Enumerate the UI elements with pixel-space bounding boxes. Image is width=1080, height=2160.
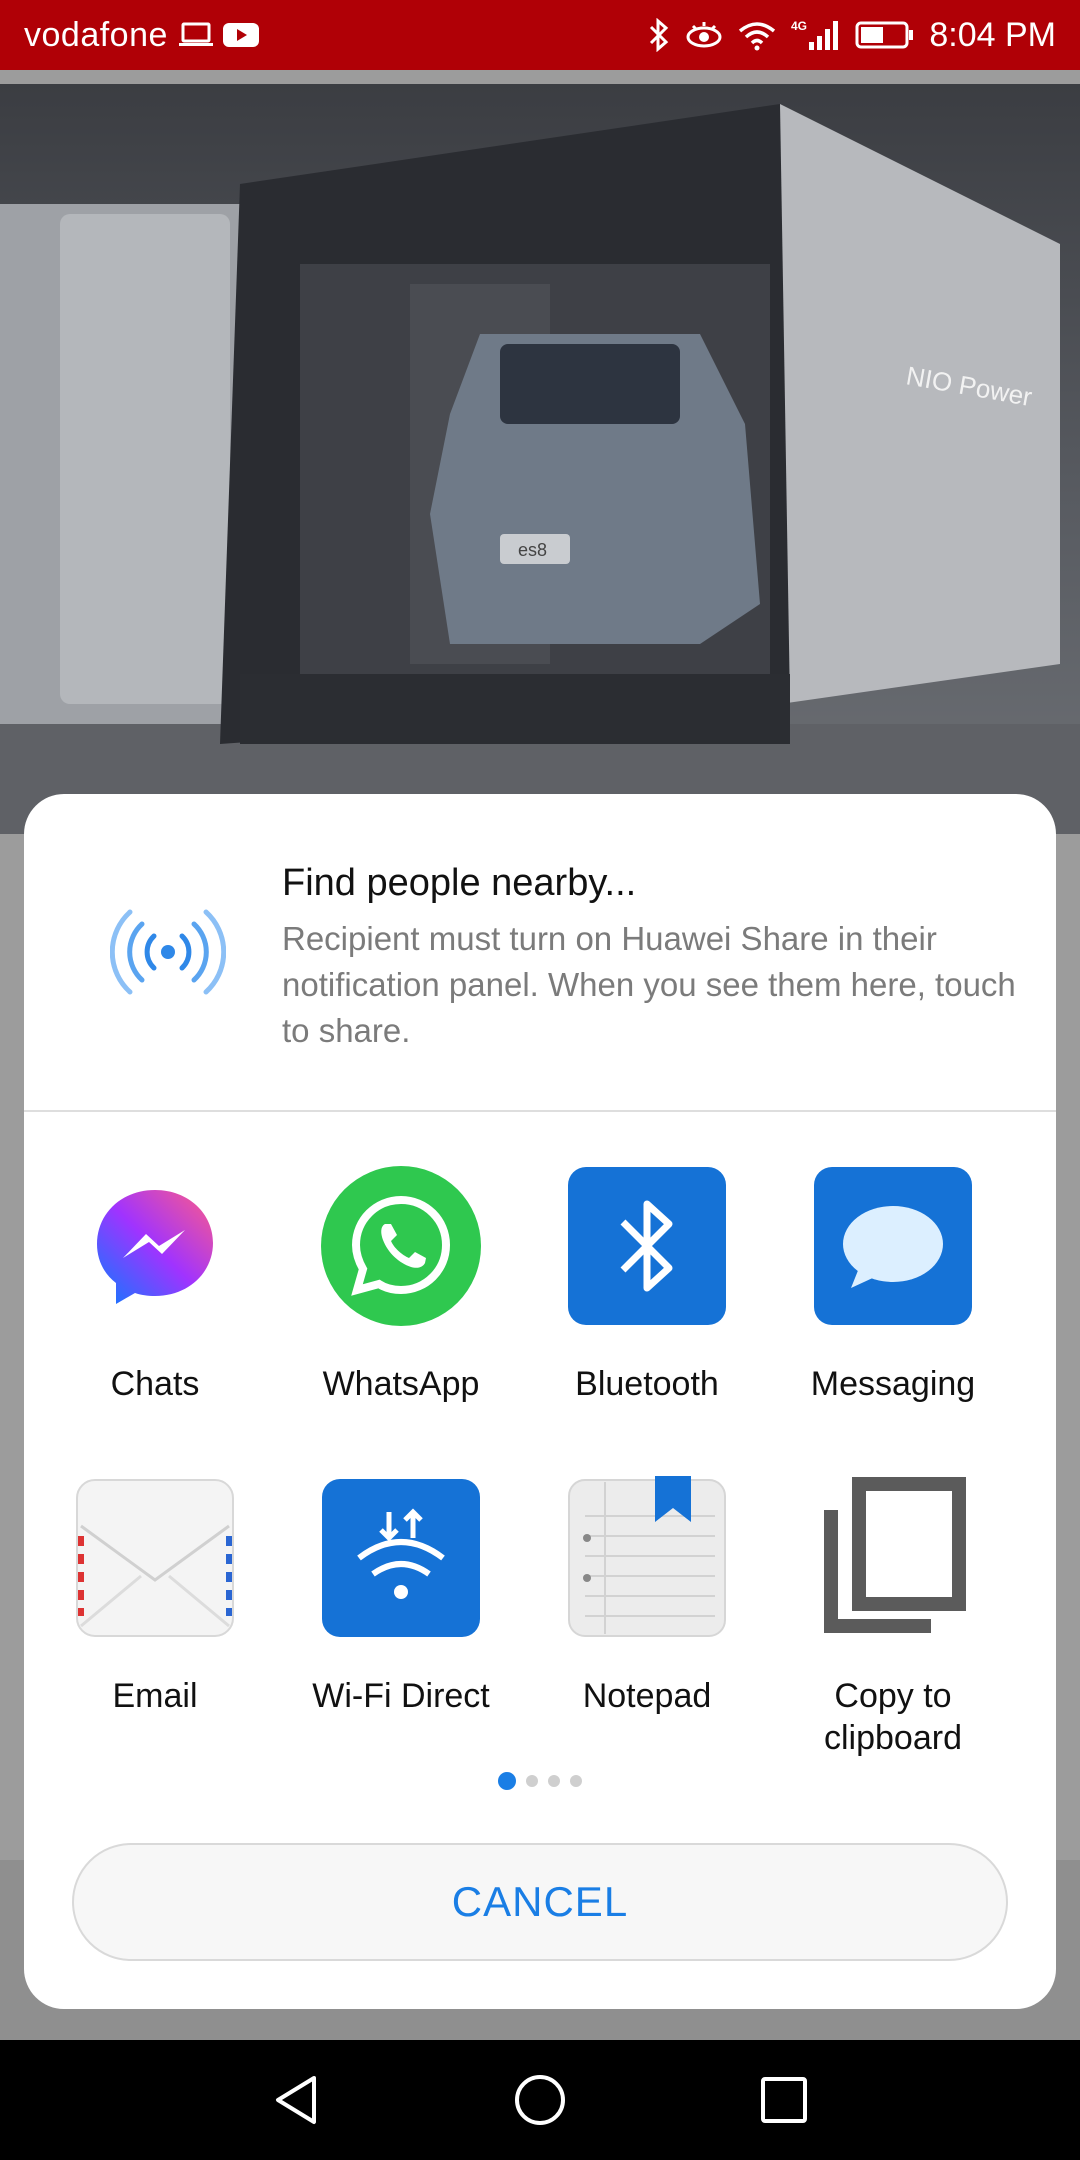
bluetooth-icon — [568, 1167, 726, 1325]
share-target-chats[interactable]: Chats — [32, 1164, 278, 1405]
recents-icon[interactable] — [758, 2074, 810, 2126]
app-label: Chats — [110, 1365, 200, 1403]
share-target-whatsapp[interactable]: WhatsApp — [278, 1164, 524, 1405]
eye-comfort-icon — [686, 22, 722, 48]
page-indicator — [24, 1772, 1056, 1790]
find-people-nearby[interactable]: Find people nearby... Recipient must tur… — [24, 794, 1056, 1112]
share-sheet: Find people nearby... Recipient must tur… — [24, 794, 1056, 2009]
share-target-messaging[interactable]: Messaging — [770, 1164, 1016, 1405]
plate-text: es8 — [518, 540, 547, 560]
nearby-description: Recipient must turn on Huawei Share in t… — [282, 920, 1016, 1049]
page-dot — [526, 1775, 538, 1787]
share-target-notepad[interactable]: Notepad — [524, 1476, 770, 1717]
4g-signal-icon: 4G — [791, 19, 839, 50]
copy-icon — [824, 1477, 966, 1633]
app-label: WhatsApp — [322, 1365, 480, 1403]
wifi-icon — [739, 22, 776, 51]
hero-image: es8 NIO Power — [0, 84, 1080, 834]
svg-text:4G: 4G — [791, 19, 807, 33]
page-dot — [548, 1775, 560, 1787]
app-label: Messaging — [810, 1365, 976, 1403]
app-label: Wi-Fi Direct — [312, 1677, 490, 1715]
navigation-bar — [0, 2040, 1080, 2160]
status-bar: vodafone 4G 8:04 PM — [0, 0, 1080, 70]
share-target-bluetooth[interactable]: Bluetooth — [524, 1164, 770, 1405]
wifi-direct-icon — [322, 1479, 480, 1637]
notepad-icon — [568, 1476, 726, 1637]
page-dot — [570, 1775, 582, 1787]
app-label: Bluetooth — [575, 1365, 719, 1403]
app-label: Copy to clipboard — [824, 1677, 962, 1757]
app-label: Email — [112, 1677, 198, 1715]
share-target-wifi-direct[interactable]: Wi-Fi Direct — [278, 1476, 524, 1717]
whatsapp-icon — [321, 1166, 481, 1326]
share-target-copy-to-clipboard[interactable]: Copy to clipboard — [770, 1476, 1016, 1759]
home-icon[interactable] — [512, 2072, 568, 2128]
laptop-icon — [178, 22, 213, 46]
carrier-name: vodafone — [24, 15, 168, 54]
share-target-email[interactable]: Email — [32, 1476, 278, 1717]
battery-icon — [855, 21, 914, 49]
bluetooth-status-icon — [650, 18, 669, 52]
back-icon[interactable] — [270, 2072, 322, 2128]
youtube-icon — [222, 23, 259, 47]
huawei-share-icon — [110, 909, 226, 995]
page-dot-active — [498, 1772, 516, 1790]
messenger-icon — [97, 1190, 213, 1304]
email-icon — [76, 1479, 234, 1637]
status-clock: 8:04 PM — [929, 15, 1056, 54]
nearby-title: Find people nearby... — [282, 862, 637, 904]
cancel-button[interactable]: CANCEL — [72, 1843, 1008, 1961]
app-label: Notepad — [582, 1677, 712, 1715]
messaging-icon — [814, 1167, 972, 1325]
